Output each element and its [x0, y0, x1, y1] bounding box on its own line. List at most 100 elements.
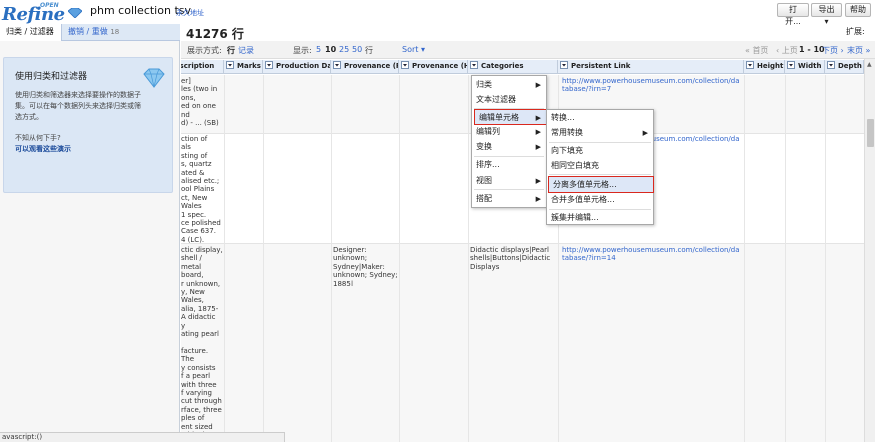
- page-size-5[interactable]: 5: [316, 45, 321, 54]
- column-header-persistent-link[interactable]: Persistent Link: [558, 60, 744, 74]
- column-dropdown-icon[interactable]: [787, 61, 795, 69]
- menu-item-label: 合并多值单元格...: [551, 195, 615, 204]
- prev-page-link[interactable]: ‹ 上页: [776, 45, 798, 56]
- column-header-provenance-history[interactable]: Provenance (His: [399, 60, 468, 74]
- chevron-down-icon: ▾: [420, 45, 425, 54]
- menu-item-edit-cells[interactable]: 编辑单元格 ▶: [474, 109, 547, 125]
- cell-description[interactable]: ction of als sting of s, quartz ated & a…: [181, 135, 223, 243]
- sort-menu[interactable]: Sort ▾: [402, 45, 425, 54]
- column-title: Production Date: [276, 62, 331, 70]
- column-context-menu: 归类 ▶ 文本过滤器 编辑单元格 ▶ 编辑列 ▶ 变换 ▶ 排序... 视图 ▶ 搭配 ▶: [471, 75, 547, 208]
- browser-status-bar: avascript:(): [0, 432, 285, 442]
- tab-undo-redo-label: 撤销 / 重做: [68, 27, 108, 36]
- menu-item-label: 转换...: [551, 113, 575, 122]
- column-title: Depth: [838, 62, 862, 70]
- column-dropdown-icon[interactable]: [827, 61, 835, 69]
- menu-item-cluster-and-edit[interactable]: 簇集并编辑...: [547, 210, 653, 226]
- menu-item-label: 文本过滤器: [476, 95, 516, 104]
- facet-help-title: 使用归类和过滤器: [15, 72, 88, 82]
- column-dropdown-icon[interactable]: [226, 61, 234, 69]
- column-header-width[interactable]: Width: [785, 60, 825, 74]
- menu-item-label: 排序...: [476, 160, 500, 169]
- menu-item-text-filter[interactable]: 文本过滤器: [472, 92, 546, 108]
- page-range: 1 - 10: [799, 45, 825, 54]
- chevron-right-icon: ▶: [535, 81, 541, 89]
- menu-item-reconcile[interactable]: 搭配 ▶: [472, 191, 546, 207]
- column-title: Provenance (Pro: [344, 62, 398, 70]
- scroll-up-icon[interactable]: ▲: [867, 61, 872, 68]
- menu-item-edit-column[interactable]: 编辑列 ▶: [472, 124, 546, 140]
- facet-help-box: 使用归类和过滤器 使用归类和筛选器来选择要操作的数据子集。可以在每个数据列头来选…: [3, 57, 173, 193]
- menu-item-transpose[interactable]: 变换 ▶: [472, 139, 546, 155]
- help-button[interactable]: 帮助: [845, 3, 871, 17]
- show-as-records[interactable]: 记录: [238, 45, 254, 56]
- scrollbar-thumb[interactable]: [867, 119, 874, 147]
- view-options-bar: 展示方式: 行 记录 显示: 5 10 25 50 行 Sort ▾ « 首页 …: [181, 41, 875, 59]
- column-divider: [468, 75, 469, 442]
- column-header-depth[interactable]: Depth: [825, 60, 864, 74]
- menu-item-transform[interactable]: 转换...: [547, 110, 653, 126]
- column-header-production-date[interactable]: Production Date: [263, 60, 331, 74]
- column-header-height[interactable]: Height: [744, 60, 785, 74]
- column-header-marks[interactable]: Marks: [224, 60, 263, 74]
- menu-item-facet[interactable]: 归类 ▶: [472, 77, 546, 93]
- menu-item-label: 簇集并编辑...: [551, 213, 599, 222]
- menu-item-join-multivalued-cells[interactable]: 合并多值单元格...: [547, 192, 653, 208]
- menu-item-split-multivalued-cells[interactable]: 分离多值单元格...: [548, 176, 654, 193]
- tab-undo-redo[interactable]: 撤销 / 重做 18: [68, 24, 119, 41]
- menu-item-view[interactable]: 视图 ▶: [472, 173, 546, 189]
- chevron-down-icon: ▾: [824, 17, 829, 26]
- column-title: Height: [757, 62, 784, 70]
- menu-item-label: 归类: [476, 80, 492, 89]
- page-size-25[interactable]: 25: [339, 45, 349, 54]
- diamond-icon: [143, 68, 165, 88]
- vertical-scrollbar[interactable]: ▲: [864, 59, 875, 442]
- show-as-rows[interactable]: 行: [227, 45, 235, 56]
- column-title: Width: [798, 62, 822, 70]
- page-size-10[interactable]: 10: [325, 45, 336, 54]
- menu-item-label: 变换: [476, 142, 492, 151]
- menu-item-label: 视图: [476, 176, 492, 185]
- export-button[interactable]: 导出 ▾: [811, 3, 842, 26]
- first-page-link[interactable]: « 首页: [745, 45, 768, 56]
- column-dropdown-icon[interactable]: [333, 61, 341, 69]
- cell-provenance-production[interactable]: Designer: unknown; Sydney|Maker: unknown…: [333, 246, 399, 286]
- column-header-description[interactable]: Description: [181, 60, 224, 74]
- menu-item-sort[interactable]: 排序...: [472, 157, 546, 173]
- column-title: Categories: [481, 62, 524, 70]
- left-panel-tabs: 归类 / 过滤器 撤销 / 重做 18: [0, 24, 180, 41]
- menu-item-label: 编辑单元格: [479, 113, 519, 122]
- cell-categories[interactable]: Didactic displays|Pearl shells|Buttons|D…: [470, 246, 556, 276]
- openrefine-logo[interactable]: OPEN Refine: [2, 2, 82, 25]
- export-label: 导出: [818, 5, 835, 14]
- screencasts-link[interactable]: 可以观看这些演示: [15, 144, 71, 154]
- menu-item-blank-down[interactable]: 相同空白填充: [547, 158, 653, 174]
- next-page-link[interactable]: 下页 ›: [822, 45, 844, 56]
- menu-separator: [549, 174, 651, 175]
- extensions-label[interactable]: 扩展:: [846, 26, 865, 37]
- open-button[interactable]: 打开...: [777, 3, 809, 26]
- column-header-categories[interactable]: Categories: [468, 60, 558, 74]
- cell-persistent-link[interactable]: http://www.powerhousemuseum.com/collecti…: [562, 246, 742, 266]
- column-dropdown-icon[interactable]: [265, 61, 273, 69]
- menu-item-fill-down[interactable]: 向下填充: [547, 143, 653, 159]
- cell-persistent-link[interactable]: http://www.powerhousemuseum.com/collecti…: [562, 77, 742, 97]
- chevron-right-icon: ▶: [535, 143, 541, 151]
- history-count-badge: 18: [110, 28, 120, 36]
- column-dropdown-icon[interactable]: [401, 61, 409, 69]
- column-dropdown-icon[interactable]: [746, 61, 754, 69]
- sort-label: Sort: [402, 45, 419, 54]
- last-page-link[interactable]: 末页 »: [847, 45, 870, 56]
- permalink[interactable]: 永久地址: [176, 8, 204, 18]
- cell-description[interactable]: er] les (two in ons, ed on one nd d) - .…: [181, 77, 223, 133]
- page-size-50[interactable]: 50: [352, 45, 362, 54]
- column-dropdown-icon[interactable]: [560, 61, 568, 69]
- column-divider: [263, 75, 264, 442]
- column-title: Persistent Link: [571, 62, 631, 70]
- column-header-provenance-production[interactable]: Provenance (Pro: [331, 60, 399, 74]
- menu-item-common-transforms[interactable]: 常用转换 ▶: [547, 125, 653, 141]
- column-dropdown-icon[interactable]: [470, 61, 478, 69]
- cell-description[interactable]: ctic display, shell / metal board, r unk…: [181, 246, 223, 442]
- show-count-label: 显示:: [293, 46, 312, 55]
- tab-facets-filters[interactable]: 归类 / 过滤器: [0, 24, 62, 41]
